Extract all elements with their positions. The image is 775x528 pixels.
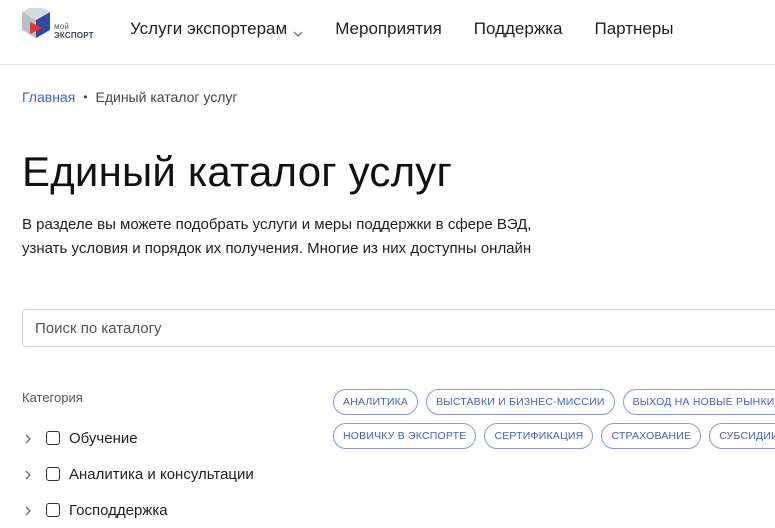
category-checkbox[interactable] <box>46 431 60 445</box>
logo-icon <box>22 8 50 38</box>
tag-certification[interactable]: СЕРТИФИКАЦИЯ <box>484 423 594 449</box>
tag-exhibitions[interactable]: ВЫСТАВКИ И БИЗНЕС-МИССИИ <box>426 389 615 415</box>
breadcrumb: Главная • Единый каталог услуг <box>22 89 238 105</box>
page-description: В разделе вы можете подобрать услуги и м… <box>22 213 622 261</box>
page-title: Единый каталог услуг <box>22 148 453 195</box>
category-item-analytics[interactable]: Аналитика и консультации <box>22 456 254 492</box>
category-filter-list: Обучение Аналитика и консультации Господ… <box>22 420 254 528</box>
chevron-down-icon <box>293 24 303 37</box>
nav-item-partners[interactable]: Партнеры <box>594 19 673 39</box>
category-checkbox[interactable] <box>46 503 60 517</box>
nav-item-services[interactable]: Услуги экспортерам <box>130 19 303 39</box>
tag-new-markets[interactable]: ВЫХОД НА НОВЫЕ РЫНКИ <box>622 389 775 415</box>
category-item-state-support[interactable]: Господдержка <box>22 492 254 528</box>
tag-row: АНАЛИТИКА ВЫСТАВКИ И БИЗНЕС-МИССИИ ВЫХОД… <box>333 389 775 415</box>
tag-filter-group: АНАЛИТИКА ВЫСТАВКИ И БИЗНЕС-МИССИИ ВЫХОД… <box>333 389 775 457</box>
tag-newcomer[interactable]: НОВИЧКУ В ЭКСПОРТЕ <box>333 423 477 449</box>
breadcrumb-current: Единый каталог услуг <box>95 89 238 105</box>
page-description-line: узнать условия и порядок их получения. М… <box>22 240 532 257</box>
chevron-right-icon[interactable] <box>22 432 34 444</box>
catalog-search-input[interactable] <box>22 309 775 347</box>
logo-line1: мой <box>54 22 70 31</box>
page-description-line: В разделе вы можете подобрать услуги и м… <box>22 216 532 233</box>
nav-item-label: Услуги экспортерам <box>130 19 288 38</box>
tag-analytics[interactable]: АНАЛИТИКА <box>333 389 419 415</box>
logo-line2: экспорт <box>54 31 94 40</box>
nav-item-events[interactable]: Мероприятия <box>335 19 442 39</box>
nav-item-support[interactable]: Поддержка <box>474 19 563 39</box>
chevron-right-icon[interactable] <box>22 468 34 480</box>
category-item-education[interactable]: Обучение <box>22 420 254 456</box>
category-heading: Категория <box>22 390 83 405</box>
category-label: Аналитика и консультации <box>69 465 254 483</box>
main-nav: Услуги экспортерам Мероприятия Поддержка… <box>130 19 706 39</box>
category-label: Обучение <box>69 429 138 447</box>
site-header: мой экспорт Услуги экспортерам Мероприят… <box>0 0 775 65</box>
breadcrumb-separator: • <box>83 90 88 104</box>
logo-text: мой экспорт <box>54 22 94 40</box>
category-checkbox[interactable] <box>46 467 60 481</box>
breadcrumb-home-link[interactable]: Главная <box>22 89 75 105</box>
tag-subsidies[interactable]: СУБСИДИИ <box>709 423 775 449</box>
tag-insurance[interactable]: СТРАХОВАНИЕ <box>601 423 702 449</box>
logo[interactable]: мой экспорт <box>22 8 102 52</box>
chevron-right-icon[interactable] <box>22 504 34 516</box>
category-label: Господдержка <box>69 501 168 519</box>
tag-row: НОВИЧКУ В ЭКСПОРТЕ СЕРТИФИКАЦИЯ СТРАХОВА… <box>333 423 775 449</box>
